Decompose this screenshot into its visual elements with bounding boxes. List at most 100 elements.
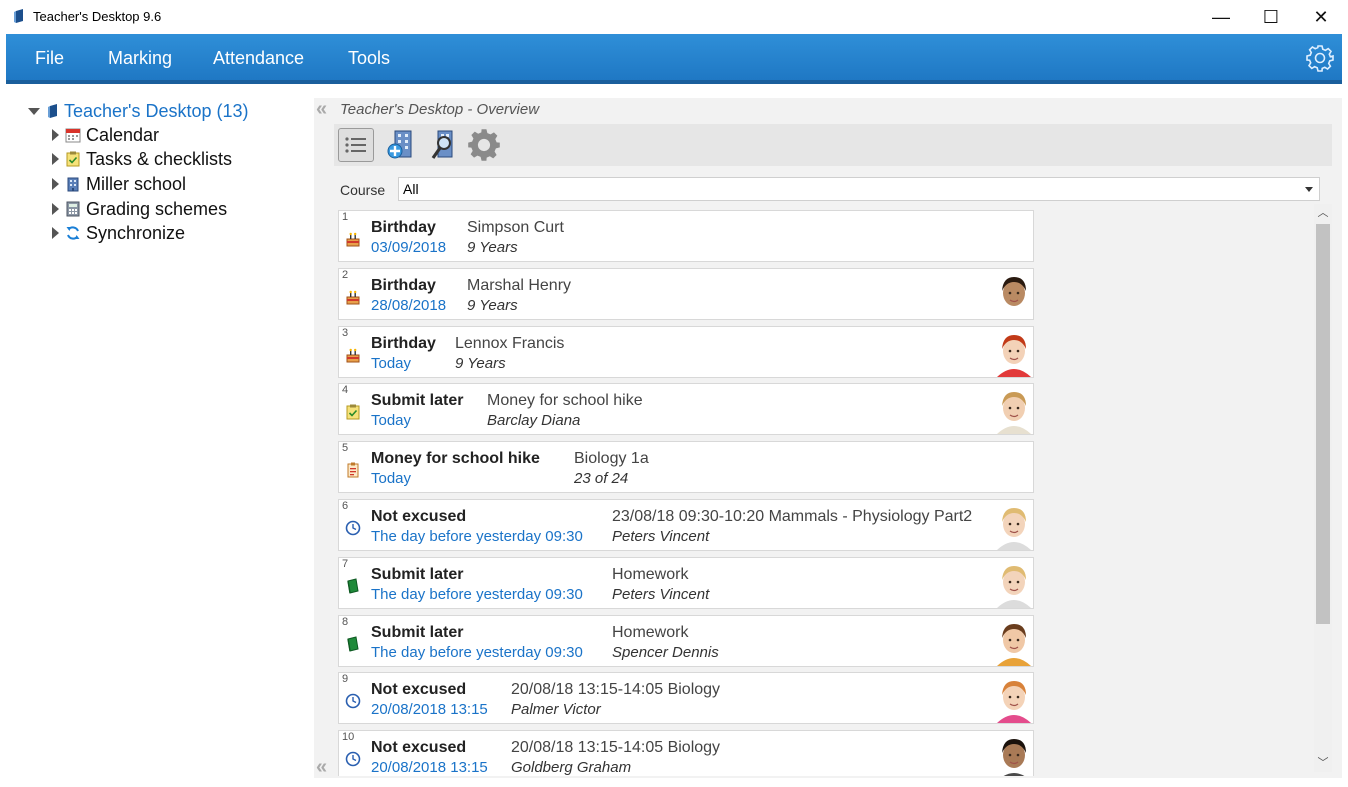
- entry-date: 20/08/2018 13:15: [371, 759, 488, 776]
- tree-item-label: Synchronize: [86, 222, 186, 243]
- entry-date: 03/09/2018: [371, 239, 447, 256]
- tree-item-label: Grading schemes: [86, 198, 228, 219]
- tree-item-synchronize[interactable]: Synchronize: [52, 222, 185, 244]
- menu-marking[interactable]: Marking: [108, 48, 172, 69]
- overview-entry-card[interactable]: 4 Submit later Today Money for school hike B…: [338, 383, 1034, 436]
- student-photo: [995, 268, 1033, 319]
- entry-date: 20/08/2018 13:15: [371, 701, 488, 719]
- student-photo: [995, 500, 1033, 550]
- scrollbar-thumb[interactable]: [1316, 224, 1330, 624]
- collapse-left-icon[interactable]: «: [316, 98, 327, 121]
- settings-gear-icon[interactable]: [1306, 44, 1334, 72]
- course-dropdown[interactable]: All: [398, 177, 1320, 201]
- entry-number: 2: [342, 268, 349, 281]
- tree-item-calendar[interactable]: Calendar: [52, 124, 159, 146]
- app-logo-icon: [14, 9, 23, 23]
- entry-subject: 23/08/18 09:30-10:20 Mammals - Physiolog…: [612, 508, 973, 525]
- entry-date: The day before yesterday 09:30: [371, 585, 583, 603]
- sync-icon: [66, 226, 80, 240]
- entry-detail: Goldberg Graham: [511, 759, 632, 776]
- entry-number: 4: [342, 384, 349, 397]
- overview-entry-card[interactable]: 9 Not excused 20/08/2018 13:15 20/08/18 13:…: [338, 672, 1034, 725]
- dropdown-arrow-icon: [1305, 187, 1313, 192]
- entry-detail: 9 Years: [467, 296, 518, 314]
- window-title: Teacher's Desktop 9.6: [33, 9, 162, 24]
- clock-icon: [345, 751, 361, 767]
- collapse-triangle-icon[interactable]: [28, 107, 40, 115]
- tree-item-grading-schemes[interactable]: Grading schemes: [52, 198, 227, 220]
- overview-entry-card[interactable]: 5 Money for school hike Today Biology 1a 23 …: [338, 441, 1034, 494]
- tree-root-label: Teacher's Desktop (13): [64, 100, 249, 121]
- expand-triangle-icon[interactable]: [52, 153, 59, 165]
- expand-triangle-icon[interactable]: [52, 203, 59, 215]
- expand-triangle-icon[interactable]: [52, 227, 59, 239]
- entry-subject: Homework: [612, 565, 689, 583]
- course-label: Course: [340, 182, 386, 198]
- calendar-icon: [65, 128, 81, 143]
- tree-item-label: Tasks & checklists: [86, 148, 233, 169]
- student-photo: [995, 615, 1033, 666]
- entry-number: 10: [342, 731, 355, 744]
- entry-detail: Palmer Victor: [511, 701, 601, 719]
- maximize-button[interactable]: ☐: [1246, 0, 1296, 34]
- entry-date: Today: [371, 412, 412, 430]
- expand-triangle-icon[interactable]: [52, 178, 59, 190]
- navigation-tree: Teacher's Desktop (13) Calendar Tasks & …: [14, 98, 314, 774]
- overview-entry-card[interactable]: 1 Birthday 03/09/2018 Simpson Curt 9 Years: [338, 210, 1034, 262]
- overview-entry-card[interactable]: 8 Submit later The day before yesterday 09…: [338, 614, 1034, 667]
- menu-file[interactable]: File: [35, 48, 64, 69]
- add-building-icon: [387, 130, 412, 159]
- entry-type: Not excused: [371, 739, 467, 757]
- entry-detail: 23 of 24: [574, 470, 629, 488]
- entry-subject: Money for school hike: [487, 392, 643, 410]
- overview-entry-card[interactable]: 10 Not excused 20/08/2018 13:15 20/08/18 13…: [338, 730, 1034, 776]
- expand-triangle-icon[interactable]: [52, 129, 59, 141]
- overview-entry-card[interactable]: 7 Submit later The day before yesterday 09…: [338, 556, 1034, 609]
- entry-type: Money for school hike: [371, 450, 540, 468]
- calculator-icon: [66, 201, 80, 217]
- tree-root-teachers-desktop[interactable]: Teacher's Desktop (13): [28, 100, 249, 122]
- entry-detail: Barclay Diana: [487, 412, 581, 430]
- entry-subject: 20/08/18 13:15-14:05 Biology: [511, 739, 721, 757]
- entry-detail: 9 Years: [467, 239, 518, 256]
- overview-pane: « Teacher's Desktop - Overview Course Al…: [314, 98, 1342, 778]
- scroll-up-icon[interactable]: ︿: [1314, 204, 1332, 222]
- list-view-button[interactable]: [338, 128, 374, 162]
- scroll-down-icon[interactable]: ﹀: [1314, 754, 1332, 772]
- entry-subject: Marshal Henry: [467, 276, 572, 294]
- green-book-icon: [345, 578, 361, 594]
- student-photo: [995, 673, 1033, 724]
- entry-type: Submit later: [371, 623, 464, 641]
- checklist-icon: [345, 404, 361, 420]
- tree-item-tasks[interactable]: Tasks & checklists: [52, 148, 232, 170]
- entry-type: Not excused: [371, 508, 467, 525]
- entry-detail: Spencer Dennis: [612, 643, 719, 661]
- entry-date: Today: [371, 354, 412, 372]
- close-button[interactable]: ✕: [1296, 0, 1346, 34]
- search-building-icon: [431, 130, 453, 159]
- entry-subject: Biology 1a: [574, 450, 649, 468]
- overview-entry-card[interactable]: 3 Birthday Today Lennox Francis 9 Years: [338, 325, 1034, 378]
- checklist-icon: [66, 151, 80, 167]
- menu-tools[interactable]: Tools: [348, 48, 390, 69]
- entry-detail: 9 Years: [455, 354, 506, 372]
- add-school-button[interactable]: [384, 128, 420, 162]
- vertical-scrollbar[interactable]: ︿ ﹀: [1314, 204, 1332, 772]
- menu-attendance[interactable]: Attendance: [213, 48, 304, 69]
- settings-button[interactable]: [466, 128, 502, 162]
- overview-entry-card[interactable]: 2 Birthday 28/08/2018 Marshal Henry 9 Years: [338, 267, 1034, 320]
- search-school-button[interactable]: [426, 128, 462, 162]
- course-selected-value: All: [403, 181, 419, 197]
- app-logo-icon: [48, 104, 57, 118]
- overview-entry-card[interactable]: 6 Not excused The day before yesterday 09:…: [338, 499, 1034, 551]
- collapse-bottom-icon[interactable]: «: [316, 756, 327, 779]
- student-photo: [995, 384, 1033, 435]
- minimize-button[interactable]: —: [1196, 0, 1246, 34]
- entry-date: Today: [371, 470, 412, 488]
- list-view-icon: [345, 137, 366, 153]
- tree-item-miller-school[interactable]: Miller school: [52, 173, 186, 195]
- entry-type: Birthday: [371, 219, 436, 236]
- overview-entry-list: 1 Birthday 03/09/2018 Simpson Curt 9 Years 2 B…: [338, 210, 1034, 776]
- birthday-cake-icon: [345, 289, 361, 305]
- birthday-cake-icon: [345, 347, 361, 363]
